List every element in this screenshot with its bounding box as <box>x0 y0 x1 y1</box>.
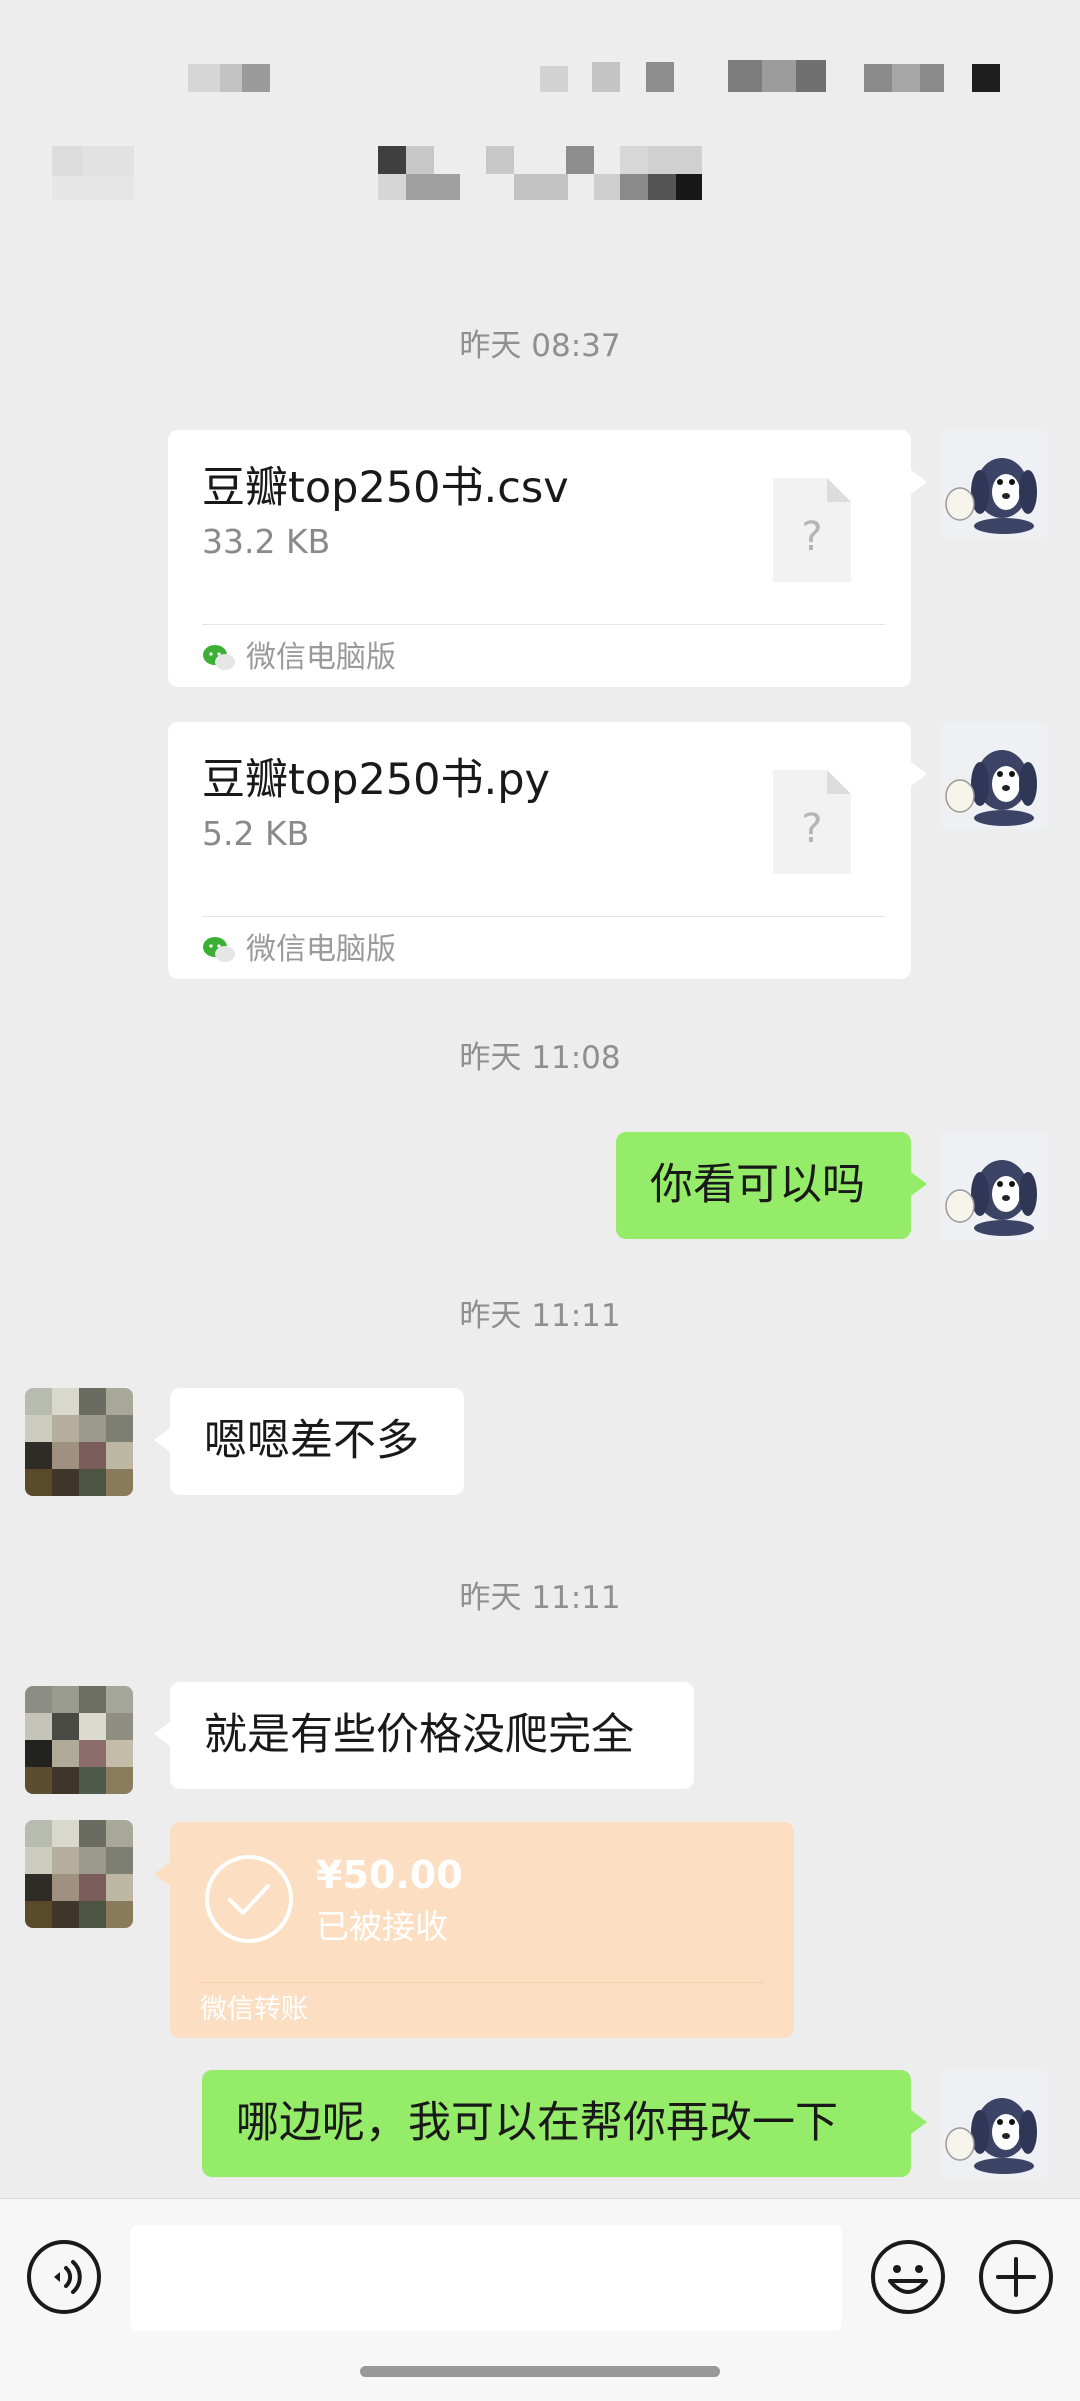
svg-text:?: ? <box>801 514 822 560</box>
status-bar <box>0 0 1080 130</box>
file-unknown-icon: ? <box>773 478 851 582</box>
file-unknown-icon: ? <box>773 770 851 874</box>
chat-header <box>0 130 1080 240</box>
divider <box>202 624 885 625</box>
svg-text:?: ? <box>801 806 822 852</box>
pixelated-avatar-icon <box>25 1686 133 1794</box>
received-message-bubble[interactable]: 就是有些价格没爬完全 <box>154 1682 694 1789</box>
dog-avatar-icon <box>940 430 1048 538</box>
contact-avatar[interactable] <box>25 1686 133 1794</box>
plus-icon[interactable] <box>978 2239 1054 2315</box>
file-size: 5.2 KB <box>202 814 310 853</box>
pixelated-avatar-icon <box>25 1388 133 1496</box>
emoji-icon[interactable] <box>870 2239 946 2315</box>
file-source: 微信电脑版 <box>202 638 396 678</box>
divider <box>200 1982 764 1983</box>
file-name: 豆瓣top250书.py <box>202 755 550 805</box>
dog-avatar-icon <box>940 1132 1048 1240</box>
my-avatar[interactable] <box>940 722 1048 830</box>
sent-message-bubble[interactable]: 你看可以吗 <box>616 1132 927 1239</box>
my-avatar[interactable] <box>940 2070 1048 2178</box>
home-indicator[interactable] <box>360 2366 720 2377</box>
contact-avatar[interactable] <box>25 1820 133 1928</box>
my-avatar[interactable] <box>940 1132 1048 1240</box>
timestamp: 昨天 11:08 <box>459 1040 621 1076</box>
file-size: 33.2 KB <box>202 522 331 561</box>
dog-avatar-icon <box>940 2070 1048 2178</box>
wechat-pc-icon <box>203 645 235 670</box>
transfer-amount: ¥50.00 <box>316 1853 463 1897</box>
my-avatar[interactable] <box>940 430 1048 538</box>
timestamp: 昨天 11:11 <box>459 1580 621 1616</box>
wechat-pc-icon <box>203 937 235 962</box>
transfer-label: 微信转账 <box>200 1994 308 2025</box>
transfer-card[interactable]: ¥50.00 已被接收 微信转账 <box>154 1822 794 2038</box>
file-message-card[interactable]: 豆瓣top250书.csv 33.2 KB ? 微信电脑版 <box>168 430 927 687</box>
check-icon <box>204 1854 294 1944</box>
divider <box>202 916 885 917</box>
timestamp: 昨天 11:11 <box>459 1298 621 1334</box>
received-message-bubble[interactable]: 嗯嗯差不多 <box>154 1388 464 1495</box>
voice-icon[interactable] <box>26 2239 102 2315</box>
timestamp: 昨天 08:37 <box>459 328 621 364</box>
contact-avatar[interactable] <box>25 1388 133 1496</box>
file-message-card[interactable]: 豆瓣top250书.py 5.2 KB ? 微信电脑版 <box>168 722 927 979</box>
file-source-label: 微信电脑版 <box>246 932 396 967</box>
transfer-status: 已被接收 <box>316 1907 448 1946</box>
file-source-label: 微信电脑版 <box>246 640 396 675</box>
dog-avatar-icon <box>940 722 1048 830</box>
sent-message-bubble[interactable]: 哪边呢，我可以在帮你再改一下 <box>202 2070 927 2177</box>
file-source: 微信电脑版 <box>202 930 396 970</box>
message-input[interactable] <box>130 2225 842 2331</box>
pixelated-avatar-icon <box>25 1820 133 1928</box>
file-name: 豆瓣top250书.csv <box>202 463 569 513</box>
